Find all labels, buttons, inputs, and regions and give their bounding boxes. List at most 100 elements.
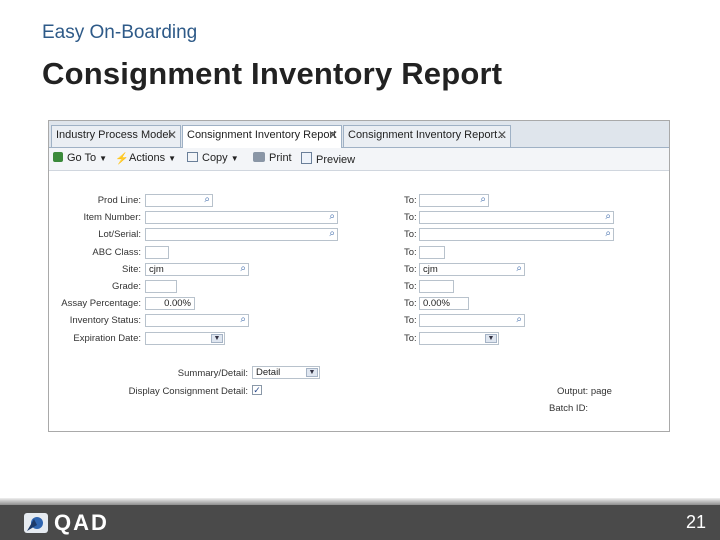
expiration-date-from-select[interactable]: ▼ (145, 332, 225, 345)
search-icon[interactable]: ⌕ (240, 263, 246, 274)
assay-from-value: 0.00% (164, 298, 191, 309)
search-icon[interactable]: ⌕ (204, 194, 210, 205)
search-icon[interactable]: ⌕ (605, 228, 611, 239)
tab-consignment-inventory-report[interactable]: Consignment Inventory Report ✕ (182, 125, 342, 148)
page-number: 21 (685, 512, 706, 532)
output-value[interactable]: page (591, 386, 612, 397)
goto-label: Go To (67, 152, 97, 164)
display-consignment-detail-checkbox[interactable]: ✓ (252, 385, 262, 395)
inventory-status-label: Inventory Status: (69, 315, 141, 326)
preview-label: Preview (316, 154, 356, 166)
abc-class-label: ABC Class: (92, 247, 141, 258)
abc-class-from-input[interactable] (145, 246, 169, 259)
copy-label: Copy (202, 152, 228, 164)
search-icon[interactable]: ⌕ (605, 211, 611, 222)
search-icon[interactable]: ⌕ (516, 314, 522, 325)
qad-logo-icon (24, 513, 48, 533)
prod-line-to-label: To: (404, 195, 417, 206)
arrow-right-icon (53, 152, 63, 162)
tab-consignment-inventory-report-2[interactable]: Consignment Inventory Report... ✕ (343, 125, 511, 147)
expiration-date-to-select[interactable]: ▼ (419, 332, 499, 345)
grade-from-input[interactable] (145, 280, 177, 293)
chevron-down-icon: ▼ (230, 154, 239, 163)
item-number-label: Item Number: (83, 212, 141, 223)
preview-icon (301, 152, 312, 164)
summary-detail-select[interactable]: Detail ▼ (252, 366, 320, 379)
batch-id-label: Batch ID: (549, 403, 589, 414)
footer-bar: QAD 21 (0, 505, 720, 540)
inventory-status-from-input[interactable]: ⌕ (145, 314, 249, 327)
lot-serial-to-label: To: (404, 229, 417, 240)
lot-serial-from-input[interactable]: ⌕ (145, 228, 338, 241)
item-number-to-label: To: (404, 212, 417, 223)
assay-to-label: To: (404, 298, 417, 309)
assay-percentage-label: Assay Percentage: (61, 298, 141, 309)
site-from-input[interactable]: cjm ⌕ (145, 263, 249, 276)
site-to-label: To: (404, 264, 417, 275)
expiration-date-to-label: To: (404, 333, 417, 344)
prod-line-from-input[interactable]: ⌕ (145, 194, 213, 207)
logo-text: QAD (54, 510, 109, 535)
tab-industry-process-model[interactable]: Industry Process Model ✕ (51, 125, 181, 147)
goto-button[interactable]: Go To ▼ (53, 152, 107, 164)
close-icon[interactable]: ✕ (167, 128, 177, 142)
lot-serial-label: Lot/Serial: (98, 229, 141, 240)
grade-to-input[interactable] (419, 280, 454, 293)
close-icon[interactable]: ✕ (328, 128, 338, 142)
search-icon[interactable]: ⌕ (329, 228, 335, 239)
lightning-icon: ⚡ (115, 153, 129, 165)
checkmark-icon: ✓ (253, 385, 261, 395)
print-button[interactable]: Print (253, 152, 292, 164)
app-screenshot: Industry Process Model ✕ Consignment Inv… (48, 120, 670, 432)
search-icon[interactable]: ⌕ (516, 263, 522, 274)
slide-title: Consignment Inventory Report (42, 56, 503, 91)
tab-label: Industry Process Model (56, 129, 171, 141)
site-to-value: cjm (423, 264, 438, 275)
tab-label: Consignment Inventory Report (187, 129, 337, 141)
abc-class-to-label: To: (404, 247, 417, 258)
copy-icon (187, 152, 198, 162)
prod-line-label: Prod Line: (97, 195, 141, 206)
search-icon[interactable]: ⌕ (480, 194, 486, 205)
assay-from-input[interactable]: 0.00% (145, 297, 195, 310)
chevron-down-icon: ▼ (99, 154, 108, 163)
copy-button[interactable]: Copy ▼ (187, 152, 239, 164)
chevron-down-icon[interactable]: ▼ (211, 334, 223, 343)
grade-label: Grade: (111, 281, 141, 292)
site-from-value: cjm (149, 264, 164, 275)
chevron-down-icon: ▼ (168, 154, 176, 163)
print-label: Print (269, 152, 292, 164)
slide-subtitle: Easy On-Boarding (42, 22, 198, 43)
tab-label: Consignment Inventory Report... (348, 129, 507, 141)
expiration-date-label: Expiration Date: (73, 333, 141, 344)
toolbar: Go To ▼ ⚡Actions ▼ Copy ▼ Print Preview (49, 148, 669, 171)
item-number-to-input[interactable]: ⌕ (419, 211, 614, 224)
tab-bar: Industry Process Model ✕ Consignment Inv… (49, 121, 669, 148)
summary-detail-label: Summary/Detail: (177, 368, 248, 379)
site-to-input[interactable]: cjm ⌕ (419, 263, 525, 276)
grade-to-label: To: (404, 281, 417, 292)
footer-gradient (0, 498, 720, 505)
chevron-down-icon[interactable]: ▼ (306, 368, 318, 377)
actions-button[interactable]: ⚡Actions ▼ (115, 152, 176, 165)
close-icon[interactable]: ✕ (497, 128, 507, 142)
preview-button[interactable]: Preview (301, 152, 355, 166)
search-icon[interactable]: ⌕ (329, 211, 335, 222)
output-label: Output: page (557, 386, 612, 397)
inventory-status-to-label: To: (404, 315, 417, 326)
display-consignment-detail-label: Display Consignment Detail: (128, 386, 248, 397)
chevron-down-icon[interactable]: ▼ (485, 334, 497, 343)
inventory-status-to-input[interactable]: ⌕ (419, 314, 525, 327)
output-label-text: Output: (557, 386, 589, 397)
abc-class-to-input[interactable] (419, 246, 445, 259)
site-label: Site: (121, 264, 141, 275)
printer-icon (253, 152, 265, 162)
lot-serial-to-input[interactable]: ⌕ (419, 228, 614, 241)
assay-to-value: 0.00% (423, 298, 450, 309)
prod-line-to-input[interactable]: ⌕ (419, 194, 489, 207)
summary-detail-value: Detail (256, 367, 281, 378)
search-icon[interactable]: ⌕ (240, 314, 246, 325)
item-number-from-input[interactable]: ⌕ (145, 211, 338, 224)
assay-to-input[interactable]: 0.00% (419, 297, 469, 310)
actions-label: Actions (129, 152, 166, 164)
